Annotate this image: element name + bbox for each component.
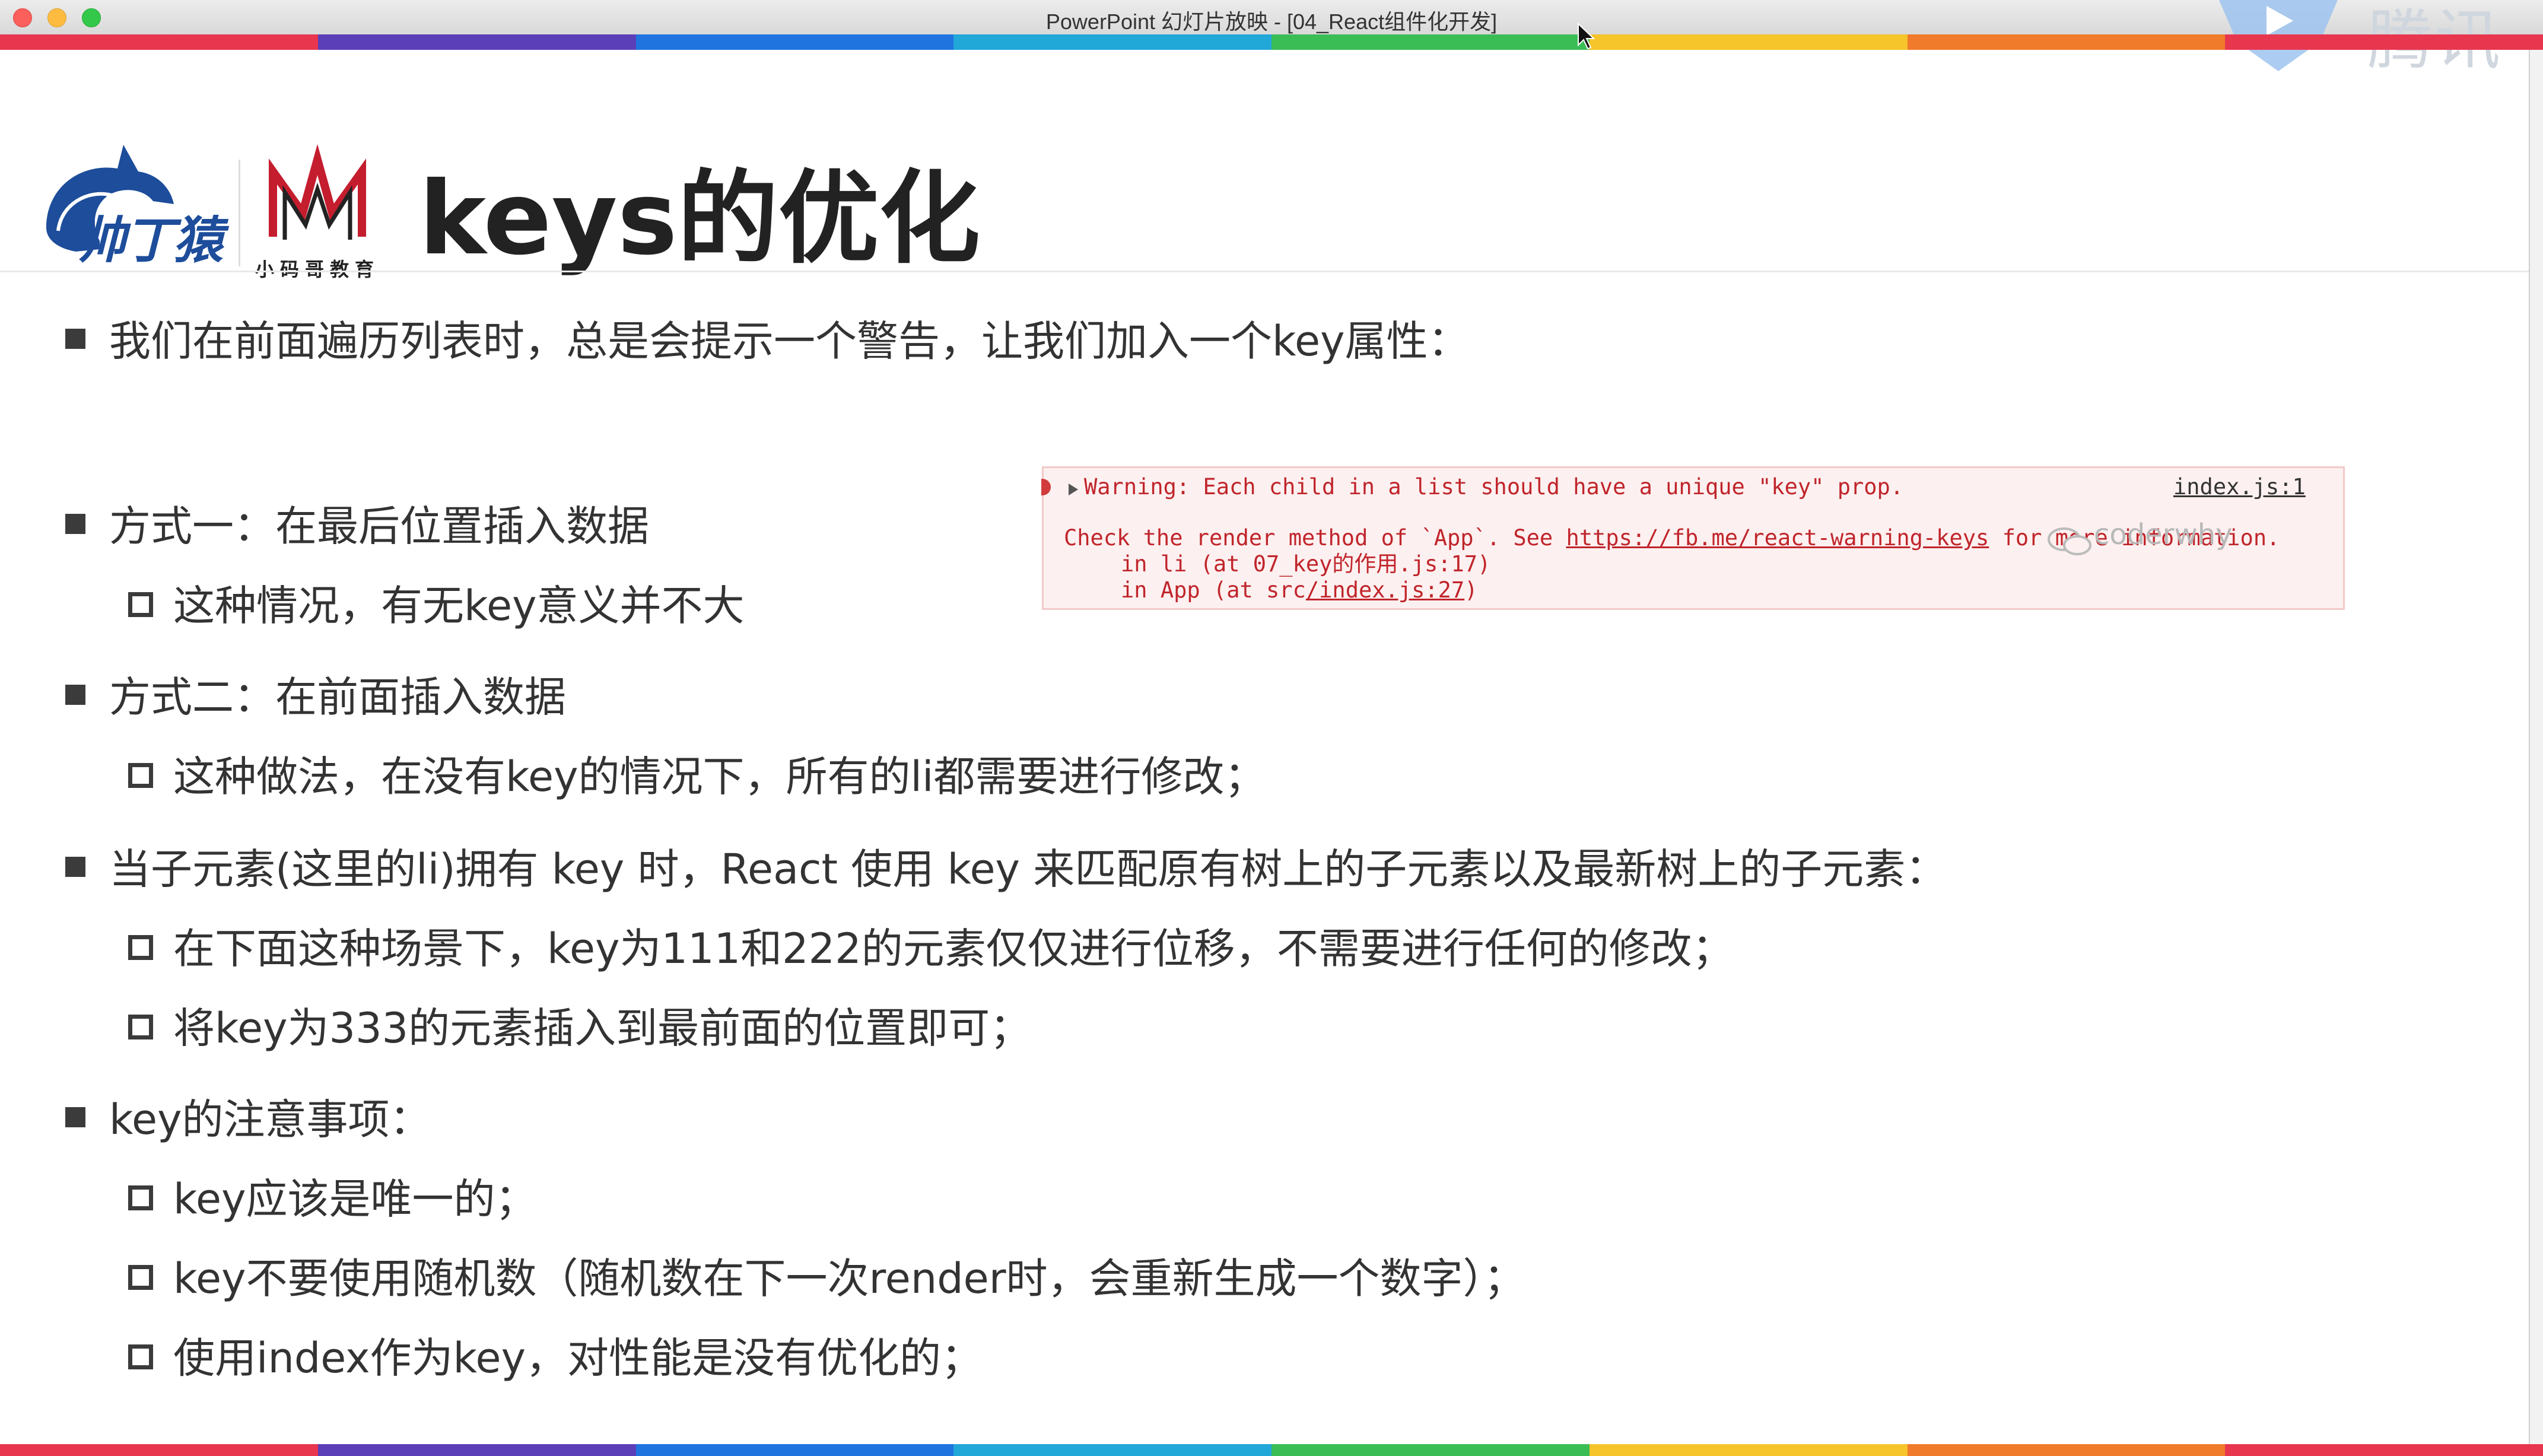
hollow-square-bullet-icon (128, 1344, 153, 1369)
hollow-square-bullet-icon (128, 1015, 153, 1039)
bullet-text: key的注意事项： (109, 1095, 431, 1144)
hollow-square-bullet-icon (128, 592, 153, 617)
react-warning-keys-link[interactable]: https://fb.me/react-warning-keys (1566, 525, 1989, 551)
sub-bullet-item: 在下面这种场景下，key为111和222的元素仅仅进行位移，不需要进行任何的修改… (128, 928, 1734, 969)
filled-square-bullet-icon (65, 514, 85, 534)
window-titlebar: PowerPoint 幻灯片放映 - [04_React组件化开发] (0, 0, 2543, 35)
stripe-segment (1907, 1444, 2226, 1456)
sub-bullet-text: 使用index作为key，对性能是没有优化的； (173, 1334, 983, 1382)
stripe-segment (635, 34, 954, 50)
sub-bullet-item: key不要使用随机数（随机数在下一次render时，会重新生成一个数字）； (128, 1258, 1525, 1299)
filled-square-bullet-icon (65, 857, 85, 877)
bullet-text: 我们在前面遍历列表时，总是会提示一个警告，让我们加入一个key属性： (109, 317, 1470, 365)
hollow-square-bullet-icon (128, 935, 153, 960)
expand-triangle-icon[interactable] (1069, 484, 1078, 495)
filled-square-bullet-icon (65, 1107, 85, 1127)
wechat-icon (2048, 527, 2091, 555)
hollow-square-bullet-icon (128, 1265, 153, 1290)
stripe-segment (1907, 34, 2226, 50)
window-title: PowerPoint 幻灯片放映 - [04_React组件化开发] (1045, 9, 1498, 34)
hollow-square-bullet-icon (128, 1185, 153, 1210)
sub-bullet-item: 这种情况，有无key意义并不大 (128, 585, 745, 627)
logo-divider (239, 160, 240, 266)
stripe-segment (2225, 34, 2543, 50)
coderwhy-watermark: coderwhy (2094, 518, 2233, 551)
sub-bullet-text: 这种做法，在没有key的情况下，所有的li都需要进行修改； (173, 752, 1266, 801)
bullet-item: 我们在前面遍历列表时，总是会提示一个警告，让我们加入一个key属性： (65, 317, 1470, 365)
sub-bullet-text: 这种情况，有无key意义并不大 (173, 581, 745, 630)
mouse-cursor-icon (1578, 23, 1595, 50)
bullet-text: 方式一：在最后位置插入数据 (109, 502, 649, 551)
stripe-segment (0, 34, 318, 50)
top-color-stripe (0, 34, 2543, 50)
bullet-text: 方式二：在前面插入数据 (109, 673, 566, 721)
source-link[interactable]: index.js:1 (2173, 474, 2306, 500)
bullet-item: 当子元素(这里的li)拥有 key 时，React 使用 key 来匹配原有树上… (65, 848, 1947, 890)
stripe-segment (953, 1444, 1272, 1456)
stripe-segment (1589, 34, 1908, 50)
stripe-segment (1272, 34, 1590, 50)
bullet-text: 当子元素(这里的li)拥有 key 时，React 使用 key 来匹配原有树上… (109, 845, 1947, 894)
stripe-segment (2225, 1444, 2543, 1456)
console-warning-box: Warning: Each child in a list should hav… (1041, 466, 2345, 610)
sub-bullet-text: 在下面这种场景下，key为111和222的元素仅仅进行位移，不需要进行任何的修改… (173, 924, 1734, 973)
stripe-segment (953, 34, 1272, 50)
sub-bullet-text: key应该是唯一的； (173, 1175, 537, 1223)
error-marker-icon (1041, 479, 1051, 495)
stripe-segment (1272, 1444, 1590, 1456)
stripe-segment (635, 1444, 954, 1456)
trace-line-li: in li (at 07_key的作用.js:17) (1121, 551, 1491, 577)
stripe-segment (1589, 1444, 1908, 1456)
sub-bullet-item: 这种做法，在没有key的情况下，所有的li都需要进行修改； (128, 756, 1266, 797)
warning-message: Warning: Each child in a list should hav… (1084, 474, 1904, 500)
bottom-color-stripe (0, 1444, 2543, 1456)
header-divider (0, 271, 2543, 272)
logo2-text: 小码哥教育 (255, 258, 380, 281)
slide: 帅丁猿 小码哥教育 keys的优化 我们在前面遍历列表时，总是会提示一个警告，让… (0, 50, 2543, 1444)
bullet-item: 方式二：在前面插入数据 (65, 673, 566, 721)
index-js-link[interactable]: /index.js:27 (1306, 577, 1464, 603)
sub-bullet-item: 将key为333的元素插入到最前面的位置即可； (128, 1007, 1031, 1049)
logo1-text: 帅丁猿 (76, 211, 223, 269)
sub-bullet-item: key应该是唯一的； (128, 1175, 537, 1223)
stripe-segment (317, 34, 636, 50)
sub-bullet-text: key不要使用随机数（随机数在下一次render时，会重新生成一个数字）； (173, 1254, 1525, 1303)
filled-square-bullet-icon (65, 685, 85, 705)
sub-bullet-text: 将key为333的元素插入到最前面的位置即可； (173, 1004, 1032, 1053)
bullet-item: key的注意事项： (65, 1099, 431, 1140)
bullet-item: 方式一：在最后位置插入数据 (65, 506, 649, 547)
trace-line-app: in App (at src/index.js:27) (1121, 577, 1478, 603)
right-edge-scrollbar[interactable] (2529, 50, 2543, 1444)
slide-title: keys的优化 (419, 160, 980, 278)
filled-square-bullet-icon (65, 329, 85, 349)
sub-bullet-item: 使用index作为key，对性能是没有优化的； (128, 1334, 983, 1382)
stripe-segment (0, 1444, 318, 1456)
stripe-segment (317, 1444, 636, 1456)
hollow-square-bullet-icon (128, 763, 153, 788)
